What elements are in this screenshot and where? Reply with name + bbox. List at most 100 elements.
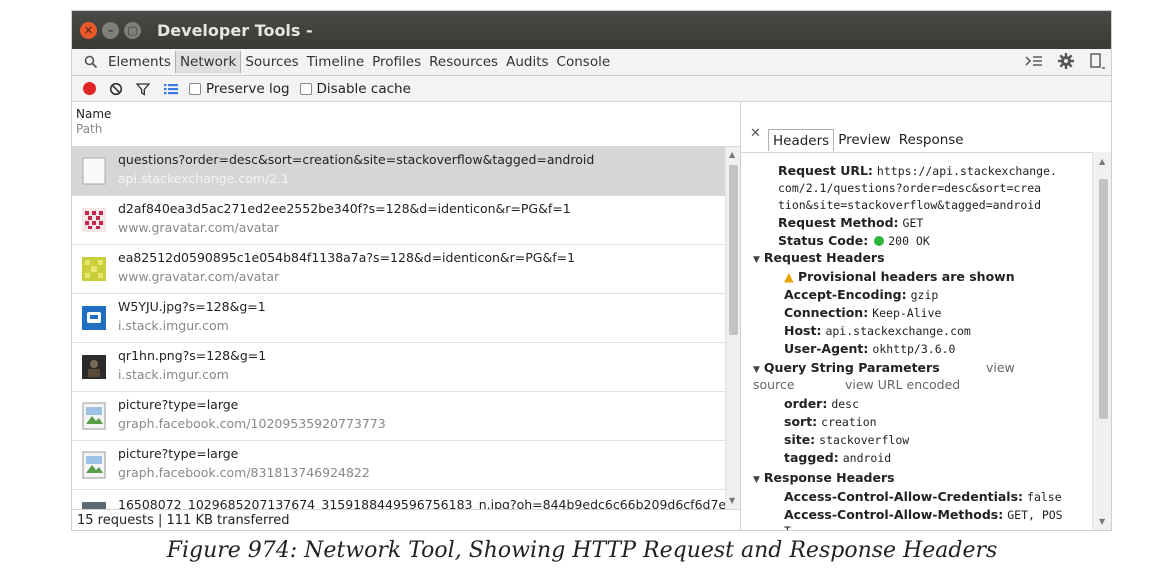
request-path: i.stack.imgur.com (118, 367, 229, 382)
preserve-log-label: Preserve log (206, 80, 290, 97)
request-headers-section[interactable]: ▼ Request Headers (753, 250, 885, 265)
scrollbar-thumb[interactable] (1099, 179, 1108, 419)
request-name: ea82512d0590895c1e054b84f1138a7a?s=128&d… (118, 250, 576, 265)
request-name: d2af840ea3d5ac271ed2ee2552be340f?s=128&d… (118, 201, 571, 216)
minimize-window-button[interactable]: – (102, 21, 119, 39)
preserve-log-box[interactable] (189, 82, 201, 95)
name-column-header[interactable]: Name (76, 107, 740, 122)
tab-network[interactable]: Network (174, 51, 242, 73)
request-name: questions?order=desc&sort=creation&site=… (118, 152, 595, 167)
param-value: desc (831, 397, 860, 411)
header-value-overflow: T (784, 524, 791, 531)
tab-headers[interactable]: Headers (768, 129, 835, 151)
request-row[interactable]: qr1hn.png?s=128&g=1 i.stack.imgur.com (72, 343, 725, 392)
image-file-icon (81, 450, 107, 480)
tab-timeline[interactable]: Timeline (303, 51, 368, 73)
header-key: Access-Control-Allow-Methods: (784, 507, 1004, 522)
maximize-window-button[interactable]: ▢ (124, 21, 141, 39)
title-bar: ✕ – ▢ Developer Tools - (72, 11, 1111, 49)
figure-caption: Figure 974: Network Tool, Showing HTTP R… (166, 538, 998, 563)
query-param-row: sort: creation (784, 414, 877, 429)
request-path: i.stack.imgur.com (118, 318, 229, 333)
header-value: GET, POS (1007, 508, 1063, 522)
identicon-red-icon (81, 205, 107, 235)
header-key: Access-Control-Allow-Credentials: (784, 489, 1024, 504)
status-dot-icon (874, 236, 885, 246)
request-row[interactable]: picture?type=large graph.facebook.com/10… (72, 392, 725, 441)
view-source-link-cont[interactable]: source (753, 377, 795, 392)
request-list-scrollbar[interactable]: ▲ ▼ (725, 147, 740, 509)
scroll-down-arrow-icon[interactable]: ▼ (729, 496, 735, 505)
request-path: www.gravatar.com/avatar (118, 220, 280, 235)
close-icon[interactable]: ✕ (750, 126, 761, 141)
header-row: Access-Control-Allow-Methods: GET, POS (784, 507, 1063, 522)
clear-icon[interactable] (109, 82, 123, 96)
dock-side-icon[interactable] (1089, 52, 1105, 74)
header-row: Host: api.stackexchange.com (784, 323, 971, 338)
provisional-warning-text: Provisional headers are shown (797, 269, 1015, 284)
scroll-up-arrow-icon[interactable]: ▲ (1099, 157, 1105, 166)
close-window-button[interactable]: ✕ (80, 21, 97, 39)
param-value: creation (821, 415, 877, 429)
query-params-title: Query String Parameters (763, 360, 940, 375)
param-key: sort: (784, 414, 818, 429)
view-source-link[interactable]: view (986, 360, 1015, 375)
tab-resources[interactable]: Resources (425, 51, 502, 73)
photo-icon (81, 499, 107, 509)
response-headers-section[interactable]: ▼ Response Headers (753, 470, 895, 485)
header-value: Keep-Alive (872, 306, 942, 320)
header-row: User-Agent: okhttp/3.6.0 (784, 341, 955, 356)
gear-icon[interactable] (1057, 52, 1075, 74)
query-params-section[interactable]: ▼ Query String Parameters (753, 360, 940, 375)
tab-profiles[interactable]: Profiles (368, 51, 425, 73)
header-row: Connection: Keep-Alive (784, 305, 941, 320)
scrollbar-thumb[interactable] (729, 165, 738, 335)
preserve-log-checkbox[interactable]: Preserve log (189, 81, 290, 97)
request-row[interactable]: d2af840ea3d5ac271ed2ee2552be340f?s=128&d… (72, 196, 725, 245)
header-value: api.stackexchange.com (825, 324, 971, 338)
view-url-encoded-link[interactable]: view URL encoded (845, 377, 960, 392)
tab-audits[interactable]: Audits (502, 51, 552, 73)
tab-console[interactable]: Console (553, 51, 615, 73)
disable-cache-checkbox[interactable]: Disable cache (299, 81, 411, 97)
query-param-row: order: desc (784, 396, 859, 411)
search-icon[interactable] (78, 49, 104, 75)
disable-cache-box[interactable] (299, 82, 312, 95)
request-path: graph.facebook.com/831813746924822 (118, 465, 370, 480)
large-rows-icon[interactable] (163, 82, 179, 96)
request-list-header[interactable]: Name Path (72, 103, 740, 147)
param-key: tagged: (784, 450, 839, 465)
console-drawer-icon[interactable] (1025, 54, 1043, 72)
expand-triangle-icon: ▼ (753, 475, 760, 485)
request-path: graph.facebook.com/10209535920773773 (118, 416, 386, 431)
tab-response[interactable]: Response (895, 129, 968, 151)
request-name: qr1hn.png?s=128&g=1 (118, 348, 267, 363)
scroll-down-arrow-icon[interactable]: ▼ (1099, 517, 1105, 526)
request-url-value: https://api.stackexchange. (876, 164, 1057, 178)
tab-sources[interactable]: Sources (241, 51, 302, 73)
path-column-header: Path (76, 122, 103, 136)
request-url-line: Request URL: https://api.stackexchange. (778, 163, 1057, 178)
provisional-warning: ▲ Provisional headers are shown (784, 269, 1015, 284)
menu-right-controls (1025, 49, 1105, 76)
tab-preview[interactable]: Preview (834, 129, 895, 151)
request-url-cont: tion&site=stackoverflow&tagged=android (778, 198, 1042, 212)
tab-elements[interactable]: Elements (104, 51, 175, 73)
param-key: order: (784, 396, 828, 411)
request-row[interactable]: picture?type=large graph.facebook.com/83… (72, 441, 725, 490)
record-button[interactable] (83, 82, 96, 95)
request-row[interactable]: 16508072_1029685207137674_31591884495967… (72, 490, 725, 509)
request-row[interactable]: ea82512d0590895c1e054b84f1138a7a?s=128&d… (72, 245, 725, 294)
request-headers-title: Request Headers (763, 250, 885, 265)
filter-icon[interactable] (136, 82, 150, 96)
request-method-line: Request Method: GET (778, 215, 923, 230)
request-row[interactable]: questions?order=desc&sort=creation&site=… (72, 147, 725, 196)
details-scrollbar[interactable]: ▲ ▼ (1092, 152, 1111, 530)
request-name: picture?type=large (118, 446, 239, 461)
request-row[interactable]: W5YJU.jpg?s=128&g=1 i.stack.imgur.com (72, 294, 725, 343)
request-path: www.gravatar.com/avatar (118, 269, 280, 284)
header-value: false (1027, 490, 1062, 504)
scroll-up-arrow-icon[interactable]: ▲ (729, 150, 735, 159)
header-row: Accept-Encoding: gzip (784, 287, 938, 302)
blank-doc-icon (81, 156, 107, 186)
